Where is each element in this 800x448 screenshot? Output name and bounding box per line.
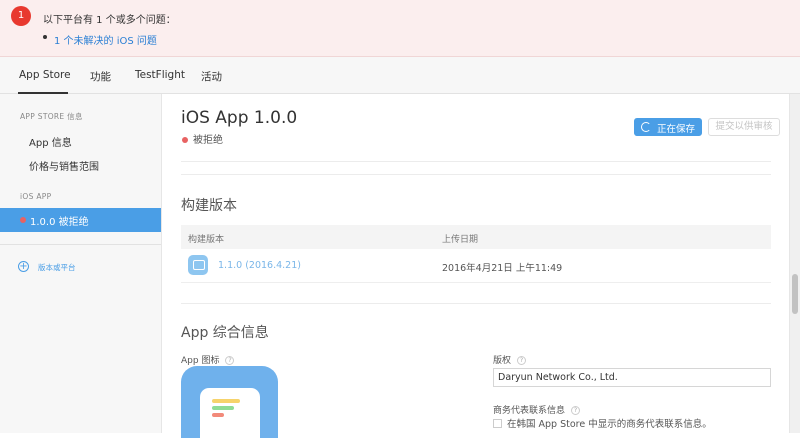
sidebar-item-version[interactable]: 1.0.0 被拒绝 [0, 208, 161, 232]
top-tabs: App Store 功能 TestFlight 活动 [0, 57, 800, 94]
sidebar-section-ios: iOS APP [20, 192, 52, 201]
spinner-icon [641, 122, 651, 132]
column-header-build: 构建版本 [188, 235, 225, 245]
column-header-upload-date: 上传日期 [442, 235, 479, 245]
add-platform-label: 版本或平台 [38, 263, 76, 272]
tab-app-store[interactable]: App Store [19, 69, 71, 81]
ios-issue-link[interactable]: 1 个未解决的 iOS 问题 [54, 32, 157, 47]
page-title: iOS App 1.0.0 [181, 108, 298, 128]
divider [181, 303, 771, 304]
table-row: 1.1.0 (2016.4.21) 2016年4月21日 上午11:49 [181, 249, 771, 283]
trade-rep-label: 商务代表联系信息 [493, 406, 566, 416]
copyright-field: 版权? [493, 353, 527, 366]
app-icon-label: App 图标 [181, 356, 220, 366]
issues-alert: 1 以下平台有 1 个或多个问题： 1 个未解决的 iOS 问题 [0, 0, 800, 57]
sidebar-version-label: 1.0.0 被拒绝 [30, 217, 89, 228]
help-icon[interactable]: ? [225, 356, 235, 365]
alert-message: 以下平台有 1 个或多个问题： [43, 15, 176, 26]
trade-rep-field: 商务代表联系信息? [493, 403, 581, 416]
build-table-header: 构建版本 上传日期 [181, 225, 771, 249]
bullet-icon [43, 35, 47, 39]
divider [181, 161, 771, 162]
general-info-section-title: App 综合信息 [181, 325, 269, 341]
upload-date: 2016年4月21日 上午11:49 [442, 263, 563, 274]
build-link[interactable]: 1.1.0 (2016.4.21) [218, 260, 301, 271]
sidebar-section-app-store: APP STORE 信息 [20, 112, 83, 121]
status-label: 被拒绝 [193, 135, 223, 146]
copyright-input[interactable]: Daryun Network Co., Ltd. [493, 368, 771, 387]
submit-for-review-button[interactable]: 提交以供审核 [708, 118, 780, 136]
build-section-title: 构建版本 [181, 198, 237, 214]
tab-testflight[interactable]: TestFlight [135, 69, 185, 81]
icon-line [212, 406, 234, 410]
trade-rep-checkbox-label: 在韩国 App Store 中显示的商务代表联系信息。 [507, 419, 712, 430]
sidebar: APP STORE 信息 App 信息 价格与销售范围 iOS APP 1.0.… [0, 94, 162, 433]
app-icon-card [200, 388, 260, 448]
trade-rep-checkbox[interactable] [493, 419, 502, 428]
app-icon-preview[interactable] [181, 366, 278, 448]
tab-activity[interactable]: 活动 [201, 69, 222, 84]
sidebar-item-pricing[interactable]: 价格与销售范围 [29, 158, 99, 173]
saving-button[interactable]: 正在保存 [634, 118, 702, 136]
chat-bubble-icon [188, 255, 208, 275]
icon-line [212, 413, 224, 417]
saving-button-label: 正在保存 [657, 124, 696, 135]
rejected-status-dot [182, 137, 188, 143]
copyright-label: 版权 [493, 356, 512, 366]
rejected-status-dot [20, 217, 26, 223]
help-icon[interactable]: ? [571, 406, 581, 415]
divider [181, 174, 771, 175]
issue-count-badge: 1 [11, 6, 31, 26]
plus-circle-icon: + [18, 261, 29, 272]
help-icon[interactable]: ? [517, 356, 527, 365]
sidebar-divider [0, 244, 161, 245]
tab-features[interactable]: 功能 [90, 69, 111, 84]
scrollbar-thumb[interactable] [792, 274, 798, 314]
sidebar-item-app-info[interactable]: App 信息 [29, 134, 72, 149]
icon-line [212, 399, 240, 403]
main-content: iOS App 1.0.0 被拒绝 正在保存 提交以供审核 构建版本 构建版本 … [162, 94, 789, 448]
scrollbar[interactable] [789, 94, 800, 433]
app-icon-field: App 图标? [181, 353, 235, 366]
